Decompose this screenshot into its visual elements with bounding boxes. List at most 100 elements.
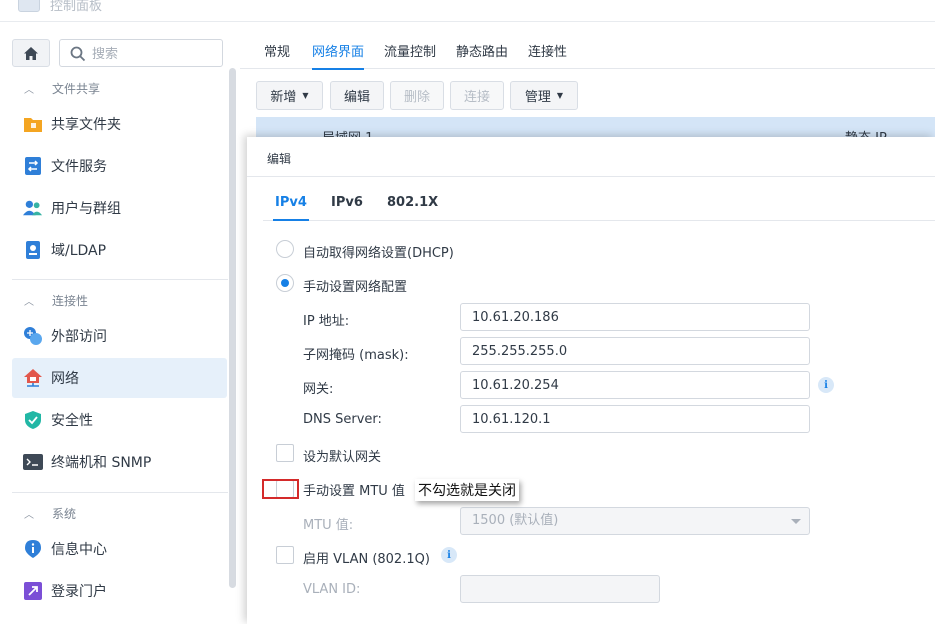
annotation-highlight-box bbox=[262, 479, 299, 499]
chevron-up-icon: ︿ bbox=[24, 84, 34, 96]
manage-button[interactable]: 管理 ▼ bbox=[510, 81, 578, 110]
interface-table-row[interactable]: 局域网 1 静态 IP bbox=[256, 117, 935, 139]
add-button-label: 新增 bbox=[270, 90, 297, 105]
section-header-file-sharing[interactable]: ︿ 文件共享 bbox=[24, 78, 100, 98]
gateway-input[interactable] bbox=[460, 371, 810, 399]
tab-network-interface[interactable]: 网络界面 bbox=[312, 41, 365, 70]
section-title: 系统 bbox=[52, 506, 77, 521]
section-header-system[interactable]: ︿ 系统 bbox=[24, 503, 76, 523]
sidebar-item-label: 信息中心 bbox=[51, 542, 107, 558]
main-tabs: 常规 网络界面 流量控制 静态路由 连接性 bbox=[240, 22, 935, 70]
ip-address-label: IP 地址: bbox=[303, 314, 350, 329]
dialog-header: 编辑 bbox=[247, 137, 935, 177]
search-icon bbox=[70, 46, 86, 62]
tab-general[interactable]: 常规 bbox=[264, 41, 290, 60]
terminal-icon bbox=[23, 452, 43, 472]
manual-mtu-label: 手动设置 MTU 值 bbox=[303, 484, 405, 499]
tab-connectivity[interactable]: 连接性 bbox=[528, 41, 567, 60]
sidebar-item-terminal-snmp[interactable]: 终端机和 SNMP bbox=[12, 442, 227, 482]
section-title: 文件共享 bbox=[52, 81, 101, 96]
dns-server-input[interactable] bbox=[460, 405, 810, 433]
subnet-mask-input[interactable] bbox=[460, 337, 810, 365]
tab-ipv6[interactable]: IPv6 bbox=[331, 195, 363, 210]
info-icon[interactable]: i bbox=[441, 547, 457, 563]
ip-address-input[interactable] bbox=[460, 303, 810, 331]
title-bar: 控制面板 bbox=[0, 0, 935, 22]
sidebar-item-network[interactable]: 网络 bbox=[12, 358, 227, 398]
network-house-icon bbox=[23, 368, 43, 388]
chevron-up-icon: ︿ bbox=[24, 296, 34, 308]
sidebar-divider bbox=[12, 492, 228, 493]
external-access-icon bbox=[23, 326, 43, 346]
tab-static-route[interactable]: 静态路由 bbox=[456, 41, 508, 60]
sidebar-item-label: 外部访问 bbox=[51, 329, 107, 345]
vlan-id-label: VLAN ID: bbox=[303, 582, 361, 597]
file-services-icon bbox=[23, 156, 43, 176]
manual-config-radio[interactable] bbox=[276, 274, 294, 292]
home-button[interactable] bbox=[12, 39, 50, 67]
sidebar-item-shared-folder[interactable]: 共享文件夹 bbox=[12, 104, 227, 144]
search-input[interactable] bbox=[92, 44, 216, 64]
control-panel-window: 控制面板 ︿ 文件共享 共享文件夹 文件服务 bbox=[0, 0, 935, 624]
window-title: 控制面板 bbox=[50, 0, 103, 14]
search-box[interactable] bbox=[59, 39, 223, 67]
manual-config-label: 手动设置网络配置 bbox=[303, 280, 408, 295]
section-header-connectivity[interactable]: ︿ 连接性 bbox=[24, 290, 88, 310]
mtu-value-text: 1500 (默认值) bbox=[472, 513, 559, 528]
sidebar-item-security[interactable]: 安全性 bbox=[12, 400, 227, 440]
edit-dialog: 编辑 IPv4 IPv6 802.1X 自动取得网络设置(DHCP) 手动设置网… bbox=[247, 137, 935, 624]
info-center-icon bbox=[23, 539, 43, 559]
delete-button[interactable]: 删除 bbox=[390, 81, 444, 110]
control-panel-icon bbox=[18, 0, 40, 12]
sidebar-item-external-access[interactable]: 外部访问 bbox=[12, 316, 227, 356]
chevron-down-icon bbox=[791, 519, 801, 524]
vlan-id-input[interactable] bbox=[460, 575, 660, 603]
subnet-mask-label: 子网掩码 (mask): bbox=[303, 348, 409, 363]
add-button[interactable]: 新增 ▼ bbox=[256, 81, 323, 110]
tab-traffic-control[interactable]: 流量控制 bbox=[384, 41, 436, 60]
domain-ldap-icon bbox=[23, 240, 43, 260]
shared-folder-icon bbox=[23, 114, 43, 134]
tab-ipv4[interactable]: IPv4 bbox=[273, 195, 309, 221]
caret-down-icon: ▼ bbox=[302, 91, 309, 100]
sidebar-item-label: 文件服务 bbox=[51, 159, 107, 175]
sidebar-item-file-services[interactable]: 文件服务 bbox=[12, 146, 227, 186]
vlan-label: 启用 VLAN (802.1Q) bbox=[303, 552, 430, 567]
sidebar-item-users-groups[interactable]: 用户与群组 bbox=[12, 188, 227, 228]
sidebar: ︿ 文件共享 共享文件夹 文件服务 用户与群组 域/LDAP bbox=[0, 22, 240, 624]
dialog-tabs: IPv4 IPv6 802.1X bbox=[263, 181, 935, 221]
sidebar-item-label: 共享文件夹 bbox=[51, 117, 121, 133]
manage-button-label: 管理 bbox=[524, 90, 551, 105]
caret-down-icon: ▼ bbox=[556, 91, 564, 100]
sidebar-item-label: 登录门户 bbox=[51, 584, 107, 600]
sidebar-divider bbox=[12, 279, 228, 280]
dialog-title: 编辑 bbox=[267, 152, 292, 166]
edit-button[interactable]: 编辑 bbox=[330, 81, 384, 110]
section-title: 连接性 bbox=[52, 293, 89, 308]
sidebar-item-label: 网络 bbox=[51, 371, 79, 387]
home-icon bbox=[24, 46, 38, 60]
users-icon bbox=[23, 198, 43, 218]
connect-button[interactable]: 连接 bbox=[450, 81, 504, 110]
sidebar-item-info-center[interactable]: 信息中心 bbox=[12, 529, 227, 569]
mtu-value-select[interactable]: 1500 (默认值) bbox=[460, 507, 810, 535]
sidebar-item-label: 安全性 bbox=[51, 413, 93, 429]
login-portal-icon bbox=[23, 581, 43, 601]
info-icon[interactable]: i bbox=[818, 377, 834, 393]
chevron-up-icon: ︿ bbox=[24, 509, 34, 521]
sidebar-item-label: 用户与群组 bbox=[51, 201, 121, 217]
security-shield-icon bbox=[23, 410, 43, 430]
dns-server-label: DNS Server: bbox=[303, 412, 382, 427]
annotation-callout: 不勾选就是关闭 bbox=[415, 479, 519, 501]
dhcp-label: 自动取得网络设置(DHCP) bbox=[303, 246, 454, 261]
dhcp-radio[interactable] bbox=[276, 240, 294, 258]
tab-8021x[interactable]: 802.1X bbox=[387, 195, 438, 210]
sidebar-item-domain-ldap[interactable]: 域/LDAP bbox=[12, 230, 227, 270]
default-gateway-checkbox[interactable] bbox=[276, 444, 294, 462]
vlan-checkbox[interactable] bbox=[276, 546, 294, 564]
sidebar-item-login-portal[interactable]: 登录门户 bbox=[12, 571, 227, 611]
gateway-label: 网关: bbox=[303, 382, 334, 397]
mtu-value-label: MTU 值: bbox=[303, 518, 354, 533]
sidebar-item-label: 域/LDAP bbox=[51, 243, 107, 259]
sidebar-scrollbar[interactable] bbox=[229, 68, 236, 588]
